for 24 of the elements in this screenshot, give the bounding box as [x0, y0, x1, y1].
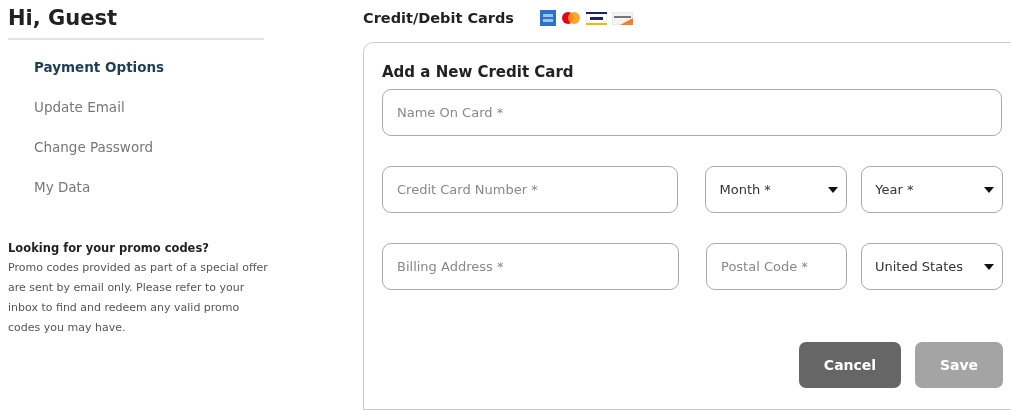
caret-icon [984, 186, 994, 193]
caret-icon [984, 263, 994, 270]
dropdown[interactable]: United States [861, 243, 1003, 290]
dropdown[interactable]: Month * [705, 166, 848, 213]
promo-title: Looking for your promo codes? [8, 240, 210, 257]
card-logo-icon [612, 11, 633, 25]
caret-icon [828, 186, 839, 193]
dropdown[interactable]: Year * [861, 166, 1003, 213]
cancel-button[interactable]: Cancel [799, 342, 901, 388]
input-field[interactable]: Billing Address * [382, 243, 679, 290]
input-field[interactable]: Name On Card * [382, 89, 1002, 136]
card-logo-icon [586, 11, 607, 25]
section-title: Credit/Debit Cards [363, 10, 514, 26]
sidebar-item[interactable]: Update Email [34, 96, 125, 118]
promo-text: Promo codes provided as part of a special offer are sent by email only. Please refer to your inbox to find and redeem any valid promo codes you may have. [8, 260, 269, 336]
input-field[interactable]: Postal Code * [706, 243, 847, 290]
form-title: Add a New Credit Card [382, 63, 575, 81]
greeting: Hi, Guest [8, 6, 264, 40]
card-logo-icon [561, 11, 581, 25]
sidebar-item[interactable]: My Data [34, 176, 91, 198]
sidebar-item[interactable]: Payment Options [34, 56, 165, 78]
sidebar-item[interactable]: Change Password [34, 136, 154, 158]
input-field[interactable]: Credit Card Number * [382, 166, 679, 213]
card-logo-icon [540, 10, 556, 26]
